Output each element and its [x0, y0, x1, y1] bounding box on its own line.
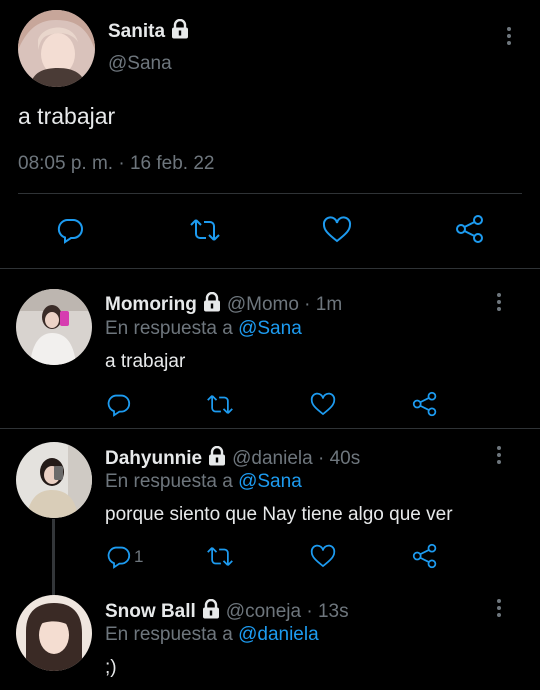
like-icon	[322, 216, 352, 243]
lock-icon	[202, 598, 220, 625]
like-button[interactable]	[310, 392, 336, 417]
share-icon	[412, 391, 437, 417]
tweet-text: a trabajar	[105, 351, 186, 372]
handle-time[interactable]: @coneja · 13s	[226, 601, 349, 623]
avatar[interactable]	[16, 442, 92, 518]
share-button[interactable]	[412, 543, 438, 569]
tweet-timestamp[interactable]: 08:05 p. m. · 16 feb. 22	[18, 153, 214, 175]
reply-prefix: En respuesta a	[105, 471, 233, 492]
share-icon	[412, 543, 437, 569]
reply-prefix: En respuesta a	[105, 624, 233, 645]
author-name[interactable]: Momoring	[105, 294, 197, 316]
reply-count: 1	[134, 546, 144, 566]
divider	[0, 268, 540, 269]
divider	[0, 428, 540, 429]
lock-icon	[203, 291, 221, 318]
retweet-icon	[190, 219, 220, 241]
like-button[interactable]	[322, 216, 352, 244]
retweet-icon	[207, 395, 233, 414]
reply-context: En respuesta a @Sana	[105, 318, 302, 340]
lock-icon	[171, 18, 189, 45]
reply-prefix: En respuesta a	[105, 318, 233, 339]
more-icon[interactable]	[495, 446, 503, 464]
tweet-text: a trabajar	[18, 103, 116, 129]
divider	[18, 193, 522, 194]
reply-button[interactable]: 1	[106, 544, 143, 569]
tweet-text: ;)	[105, 657, 117, 678]
retweet-icon	[207, 547, 233, 566]
reply-button[interactable]	[106, 392, 134, 417]
reply-icon	[57, 219, 83, 244]
reply-icon	[107, 546, 131, 569]
avatar[interactable]	[18, 10, 95, 87]
reply-icon	[107, 394, 131, 417]
reply-context: En respuesta a @daniela	[105, 624, 319, 646]
more-icon[interactable]	[495, 293, 503, 311]
tweet-text: porque siento que Nay tiene algo que ver	[105, 504, 453, 525]
share-icon	[456, 215, 483, 243]
reply-to-link[interactable]: @Sana	[238, 471, 302, 492]
share-button[interactable]	[455, 214, 485, 244]
reply-header: Snow Ball @coneja · 13s	[105, 598, 349, 625]
author-handle[interactable]: @Sana	[108, 53, 172, 75]
more-icon[interactable]	[505, 27, 513, 45]
avatar[interactable]	[16, 595, 92, 671]
reply-to-link[interactable]: @Sana	[238, 318, 302, 339]
retweet-button[interactable]	[189, 216, 221, 244]
reply-header: Momoring @Momo · 1m	[105, 291, 342, 318]
reply-button[interactable]	[56, 216, 84, 244]
like-button[interactable]	[310, 544, 336, 569]
handle-time[interactable]: @daniela · 40s	[232, 448, 360, 470]
reply-header: Dahyunnie @daniela · 40s	[105, 445, 360, 472]
reply-context: En respuesta a @Sana	[105, 471, 302, 493]
avatar[interactable]	[16, 289, 92, 365]
author-name[interactable]: Sanita	[108, 21, 165, 43]
reply-to-link[interactable]: @daniela	[238, 624, 319, 645]
main-tweet: Sanita @Sana a trabajar 08:05 p. m. · 16…	[0, 0, 540, 268]
like-icon	[310, 544, 336, 568]
retweet-button[interactable]	[206, 392, 234, 417]
like-icon	[310, 392, 336, 416]
handle-time[interactable]: @Momo · 1m	[227, 294, 342, 316]
author-name[interactable]: Snow Ball	[105, 601, 196, 623]
share-button[interactable]	[412, 391, 438, 417]
author-name-row[interactable]: Sanita	[108, 18, 189, 45]
retweet-button[interactable]	[206, 544, 234, 569]
lock-icon	[208, 445, 226, 472]
thread-line	[52, 519, 55, 595]
more-icon[interactable]	[495, 599, 503, 617]
author-name[interactable]: Dahyunnie	[105, 448, 202, 470]
